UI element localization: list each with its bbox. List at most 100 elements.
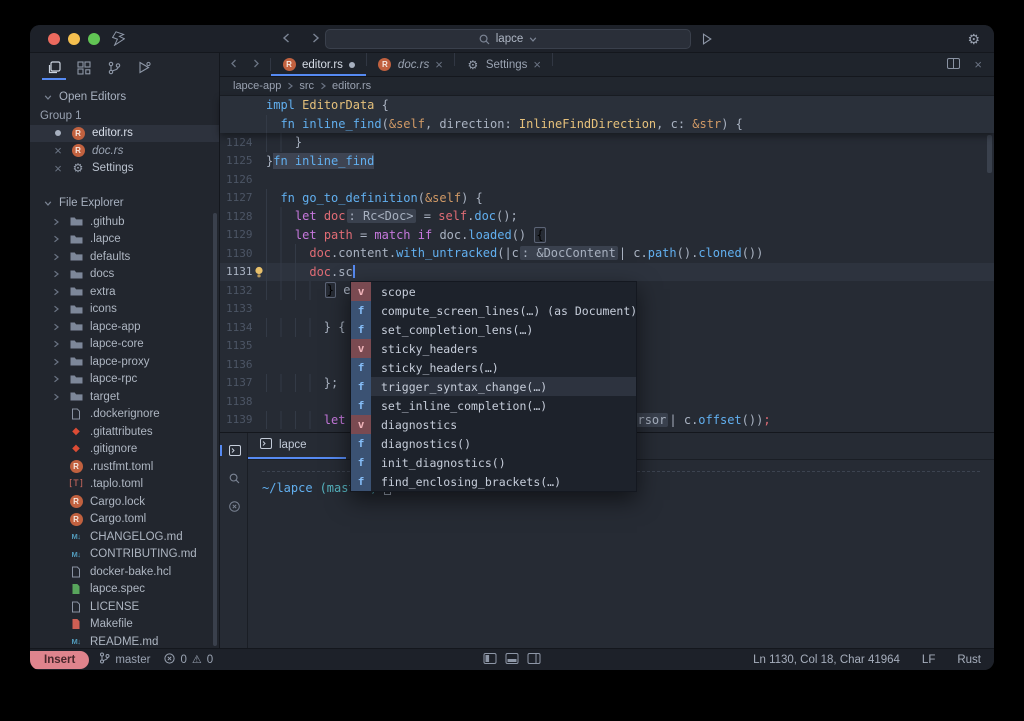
completion-item[interactable]: fcompute_screen_lines(…) (as Document): [351, 301, 636, 320]
completion-item[interactable]: vsticky_headers: [351, 339, 636, 358]
code-line[interactable]: 1129let path = match if doc.loaded() {: [220, 226, 994, 245]
explorer-folder-row[interactable]: lapce-proxy: [30, 353, 219, 371]
problems-panel-icon[interactable]: [220, 501, 247, 512]
traffic-lights: [48, 33, 100, 45]
close-window-button[interactable]: [48, 33, 60, 45]
branch-indicator[interactable]: master: [99, 652, 150, 667]
explorer-folder-row[interactable]: .github: [30, 213, 219, 231]
explorer-file-row[interactable]: docker-bake.hcl: [30, 563, 219, 581]
tab-doc-rs[interactable]: Rdoc.rs×: [367, 53, 454, 76]
toggle-bottom-panel-icon[interactable]: [506, 653, 519, 667]
sticky-line[interactable]: fn inline_find(&self, direction: InlineF…: [220, 115, 994, 134]
code-line[interactable]: 1127fn go_to_definition(&self) {: [220, 189, 994, 208]
toggle-right-panel-icon[interactable]: [528, 653, 541, 667]
explorer-file-row[interactable]: ◆.gitattributes: [30, 423, 219, 441]
toggle-left-panel-icon[interactable]: [484, 653, 497, 667]
explorer-file-row[interactable]: RCargo.toml: [30, 511, 219, 529]
file-explorer-panel-icon[interactable]: [42, 57, 66, 80]
close-icon[interactable]: ×: [52, 162, 64, 175]
plugins-panel-icon[interactable]: [72, 57, 96, 80]
tab-editor-rs[interactable]: Reditor.rs: [271, 53, 366, 76]
search-panel-icon[interactable]: [220, 473, 247, 484]
minimize-window-button[interactable]: [68, 33, 80, 45]
code-line[interactable]: 1128let doc: Rc<Doc> = self.doc();: [220, 207, 994, 226]
debug-panel-icon[interactable]: [132, 57, 156, 80]
explorer-file-row[interactable]: LICENSE: [30, 598, 219, 616]
completion-item[interactable]: fset_completion_lens(…): [351, 320, 636, 339]
explorer-file-row[interactable]: M↓CHANGELOG.md: [30, 528, 219, 546]
terminal-tab[interactable]: lapce: [248, 433, 346, 459]
close-editor-icon[interactable]: ×: [974, 58, 982, 71]
terminal-tab-icon[interactable]: [220, 445, 247, 456]
explorer-file-row[interactable]: M↓CONTRIBUTING.md: [30, 546, 219, 564]
toml-icon: [T]: [69, 479, 83, 489]
completion-item[interactable]: ftrigger_syntax_change(…): [351, 377, 636, 396]
line-ending[interactable]: LF: [922, 654, 935, 666]
diagnostics-indicator[interactable]: 0 ⚠ 0: [164, 653, 213, 667]
open-editor-item[interactable]: ×Rdoc.rs: [30, 142, 219, 160]
sidebar-scrollbar[interactable]: [213, 213, 217, 646]
explorer-file-row[interactable]: R.rustfmt.toml: [30, 458, 219, 476]
explorer-file-row[interactable]: .dockerignore: [30, 406, 219, 424]
code-line[interactable]: 1125}fn inline_find: [220, 152, 994, 171]
folder-icon: [69, 321, 83, 332]
code-token: with_untracked: [396, 246, 497, 260]
code-line[interactable]: 1130doc.content.with_untracked(|c: &DocC…: [220, 244, 994, 263]
cursor-position[interactable]: Ln 1130, Col 18, Char 41964: [753, 654, 900, 666]
explorer-folder-row[interactable]: target: [30, 388, 219, 406]
code-line[interactable]: 1131doc.sc: [220, 263, 994, 282]
tab-Settings[interactable]: ⚙Settings×: [455, 53, 552, 76]
mode-badge[interactable]: Insert: [30, 651, 89, 669]
explorer-folder-row[interactable]: lapce-core: [30, 336, 219, 354]
open-editor-item[interactable]: Reditor.rs: [30, 125, 219, 143]
code-token: inline_find: [288, 153, 375, 169]
close-tab-icon[interactable]: ×: [435, 58, 443, 71]
explorer-item-label: CHANGELOG.md: [90, 531, 183, 543]
completion-item[interactable]: fsticky_headers(…): [351, 358, 636, 377]
close-icon[interactable]: ×: [52, 144, 64, 157]
open-editor-item[interactable]: ×⚙Settings: [30, 160, 219, 178]
tabs-forward-button[interactable]: [252, 59, 260, 71]
explorer-folder-row[interactable]: defaults: [30, 248, 219, 266]
explorer-folder-row[interactable]: docs: [30, 266, 219, 284]
completion-item[interactable]: finit_diagnostics(): [351, 453, 636, 472]
completion-item[interactable]: ffind_enclosing_brackets(…): [351, 472, 636, 491]
modified-dot-icon[interactable]: [52, 130, 64, 136]
explorer-file-row[interactable]: lapce.spec: [30, 581, 219, 599]
open-editors-header[interactable]: Open Editors: [30, 87, 219, 107]
code-line[interactable]: 1126: [220, 170, 994, 189]
explorer-file-row[interactable]: [T].taplo.toml: [30, 476, 219, 494]
explorer-folder-row[interactable]: .lapce: [30, 231, 219, 249]
run-button[interactable]: [702, 25, 712, 52]
explorer-folder-row[interactable]: icons: [30, 301, 219, 319]
completion-label: trigger_syntax_change(…): [371, 377, 636, 396]
sticky-line[interactable]: impl EditorData {: [220, 96, 994, 115]
completion-item[interactable]: vscope: [351, 282, 636, 301]
zoom-window-button[interactable]: [88, 33, 100, 45]
explorer-file-row[interactable]: RCargo.lock: [30, 493, 219, 511]
palette-search-box[interactable]: lapce: [325, 29, 691, 49]
close-tab-icon[interactable]: ×: [533, 58, 541, 71]
code-action-lightbulb[interactable]: [252, 263, 266, 282]
explorer-item-label: lapce-app: [90, 321, 141, 333]
nav-back-button[interactable]: [282, 30, 291, 48]
completion-item[interactable]: vdiagnostics: [351, 415, 636, 434]
explorer-file-row[interactable]: Makefile: [30, 616, 219, 634]
tabs-back-button[interactable]: [230, 59, 238, 71]
editor-scrollbar[interactable]: [987, 135, 992, 173]
code-line[interactable]: 1124}: [220, 133, 994, 152]
file-explorer-header[interactable]: File Explorer: [30, 193, 219, 213]
nav-forward-button[interactable]: [311, 30, 320, 48]
explorer-file-row[interactable]: M↓README.md: [30, 633, 219, 648]
explorer-folder-row[interactable]: extra: [30, 283, 219, 301]
completion-item[interactable]: fset_inline_completion(…): [351, 396, 636, 415]
explorer-folder-row[interactable]: lapce-rpc: [30, 371, 219, 389]
completion-item[interactable]: fdiagnostics(): [351, 434, 636, 453]
split-editor-icon[interactable]: [947, 58, 960, 72]
source-control-panel-icon[interactable]: [102, 57, 126, 80]
explorer-file-row[interactable]: ◆.gitignore: [30, 441, 219, 459]
breadcrumb[interactable]: lapce-appsrceditor.rs: [220, 77, 994, 96]
settings-gear-icon[interactable]: ⚙: [967, 32, 980, 46]
explorer-folder-row[interactable]: lapce-app: [30, 318, 219, 336]
language-mode[interactable]: Rust: [957, 654, 981, 666]
